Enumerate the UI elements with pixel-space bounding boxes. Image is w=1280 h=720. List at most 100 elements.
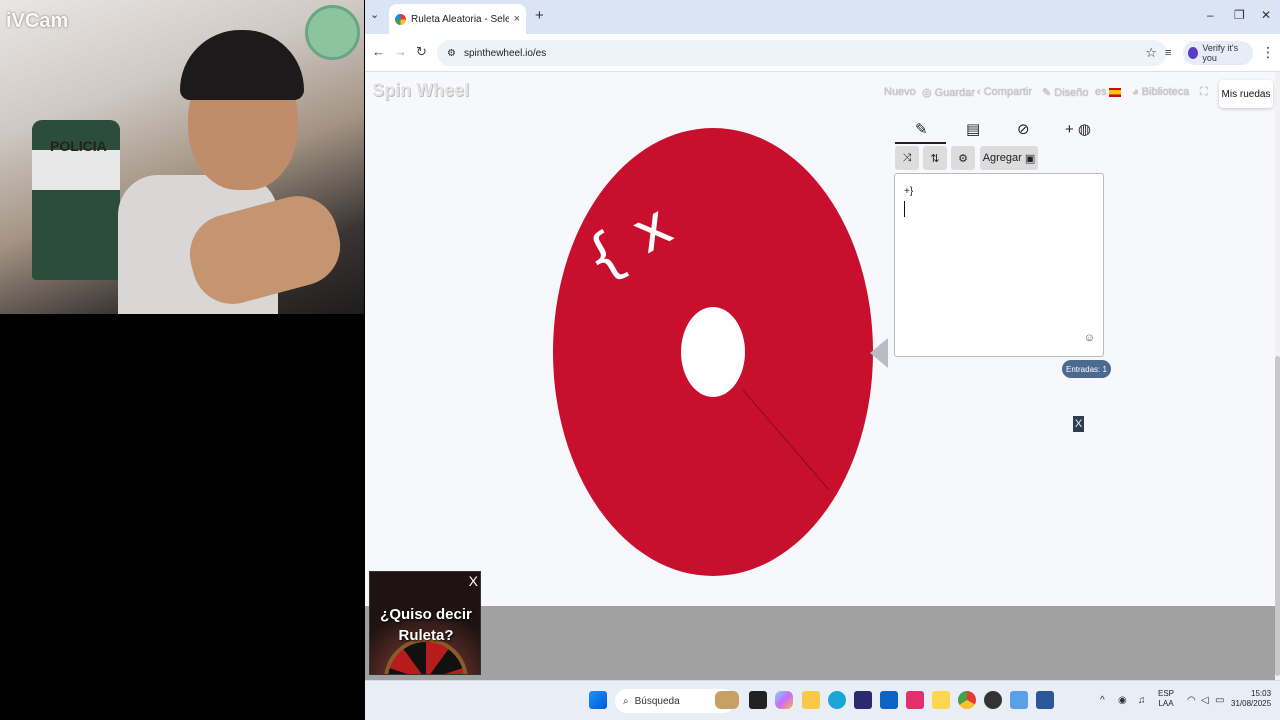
webcam-overlay: POLICIA iVCam xyxy=(0,0,364,314)
site-logo[interactable]: Spin Wheel xyxy=(372,80,469,101)
fullscreen-icon[interactable]: ⛶ xyxy=(1200,86,1208,99)
reload-icon[interactable]: ↻ xyxy=(416,44,427,60)
back-arrow-icon[interactable]: ← xyxy=(372,44,385,59)
ad-banner-area xyxy=(365,606,1275,680)
search-icon: ⌕ xyxy=(623,695,629,707)
media-control-icon[interactable]: ≡ xyxy=(1165,47,1171,59)
close-window-button[interactable]: ✕ xyxy=(1261,8,1271,22)
page-scrollbar[interactable] xyxy=(1275,72,1280,680)
image-icon: ▣ xyxy=(1024,152,1036,165)
x-button[interactable]: X xyxy=(1073,416,1084,432)
windows-taskbar: ⌕ Búsqueda ^ ◉ ♫ ESP LAA ◠ ◁ ▭ 15:03 31/… xyxy=(365,680,1280,720)
person-hair xyxy=(180,30,304,100)
shuffle-icon[interactable]: ⤨ xyxy=(895,146,919,170)
app-icon[interactable] xyxy=(932,691,950,709)
tray-chevron-icon[interactable]: ^ xyxy=(1100,695,1105,706)
battery-icon[interactable]: ▭ xyxy=(1215,695,1224,706)
ad-text-line1: ¿Quiso decir xyxy=(380,606,472,623)
lang-bottom: LAA xyxy=(1158,699,1174,709)
ad-text: ¿Quiso decir Ruleta? xyxy=(370,604,480,646)
ad-close-icon[interactable]: X xyxy=(469,573,478,589)
file-explorer-icon[interactable] xyxy=(802,691,820,709)
edge-icon[interactable] xyxy=(828,691,846,709)
obs-icon[interactable] xyxy=(984,691,1002,709)
profile-button[interactable]: Verify it's you xyxy=(1183,41,1253,65)
copilot-icon[interactable] xyxy=(775,691,793,709)
jacket-stripe xyxy=(32,150,120,190)
clock-date: 31/08/2025 xyxy=(1231,699,1272,709)
active-tab-underline xyxy=(895,142,946,144)
avatar xyxy=(1188,47,1199,59)
roulette-ad[interactable]: ¿Quiso decir Ruleta? X xyxy=(369,571,481,675)
language-indicator[interactable]: ESP LAA xyxy=(1158,689,1174,710)
add-image-button[interactable]: Agregar ▣ xyxy=(980,146,1038,170)
my-wheels-button[interactable]: Mis ruedas xyxy=(1219,80,1273,108)
profile-label: Verify it's you xyxy=(1202,43,1239,63)
menu-kebab-icon[interactable]: ⋮ xyxy=(1261,44,1275,61)
add-image-label: Agregar xyxy=(982,152,1022,164)
police-sign: POLICIA xyxy=(50,138,107,154)
nav-share[interactable]: ‹ Compartir xyxy=(977,86,1032,98)
widgets-icon[interactable] xyxy=(715,691,739,709)
store-icon[interactable] xyxy=(854,691,872,709)
spin-wheel[interactable]: { x xyxy=(553,128,873,576)
address-bar[interactable]: ⚙ spinthewheel.io/es ☆ xyxy=(437,40,1167,66)
sort-icon[interactable]: ⇅ xyxy=(923,146,947,170)
outlook-icon[interactable] xyxy=(880,691,898,709)
ivcam-icon[interactable] xyxy=(1010,691,1028,709)
entries-count-badge: Entradas: 1 xyxy=(1062,360,1111,378)
tab-hide-eye-icon[interactable]: ⊘ xyxy=(1017,120,1030,138)
clock-time: 15:03 xyxy=(1251,689,1272,698)
spain-flag-icon xyxy=(1108,87,1121,97)
task-view-icon[interactable] xyxy=(749,691,767,709)
tab-add-wheel-icon[interactable]: + ◍ xyxy=(1065,120,1091,138)
nav-design[interactable]: ✎ Diseño xyxy=(1042,86,1089,99)
clock[interactable]: 15:03 31/08/2025 xyxy=(1231,689,1271,710)
fan-image xyxy=(305,5,360,60)
ad-text-line2: Ruleta? xyxy=(398,627,454,644)
start-windows-icon[interactable] xyxy=(589,691,607,709)
chrome-icon[interactable] xyxy=(958,691,976,709)
word-icon[interactable] xyxy=(1036,691,1054,709)
nav-save-label: Guardar xyxy=(934,87,976,99)
bookmark-star-icon[interactable]: ☆ xyxy=(1145,45,1157,61)
webcam-label: iVCam xyxy=(6,10,69,32)
nav-save[interactable]: ◎ Guardar xyxy=(922,86,975,99)
tab-search-icon[interactable]: ⌄ xyxy=(370,8,379,21)
wheel-pointer-icon xyxy=(870,338,888,368)
entries-textarea[interactable]: +} ☺ xyxy=(894,173,1104,357)
nav-new[interactable]: Nuevo xyxy=(884,86,916,98)
entry-text: +} xyxy=(904,186,914,197)
wheel-center-hub[interactable] xyxy=(681,307,745,397)
nav-design-label: Diseño xyxy=(1054,87,1089,99)
scrollbar-thumb[interactable] xyxy=(1275,356,1280,676)
site-info-icon[interactable]: ⚙ xyxy=(447,48,456,59)
settings-gear-icon[interactable]: ⚙ xyxy=(951,146,975,170)
wifi-icon[interactable]: ◠ xyxy=(1187,695,1196,706)
emoji-icon[interactable]: ☺ xyxy=(1084,332,1095,344)
tiktok-icon[interactable] xyxy=(906,691,924,709)
restore-button[interactable]: ❐ xyxy=(1234,8,1245,22)
panel-tabs: ✎ ▤ ⊘ + ◍ xyxy=(895,116,1105,144)
tray-app-icon[interactable]: ◉ xyxy=(1118,695,1127,706)
tab-edit-pencil-icon[interactable]: ✎ xyxy=(915,120,928,138)
new-tab-button[interactable]: + xyxy=(535,7,544,24)
nav-language[interactable]: es xyxy=(1095,86,1121,98)
volume-icon[interactable]: ◁ xyxy=(1201,695,1209,706)
page-content: Spin Wheel Nuevo ◎ Guardar ‹ Compartir ✎… xyxy=(365,72,1275,672)
browser-tab-active[interactable]: Ruleta Aleatoria - Selector Pers × xyxy=(389,4,526,34)
browser-window: ⌄ Ruleta Aleatoria - Selector Pers × + –… xyxy=(365,0,1280,680)
lang-top: ESP xyxy=(1158,689,1175,698)
tab-bar: ⌄ Ruleta Aleatoria - Selector Pers × + –… xyxy=(365,0,1280,34)
nav-library[interactable]: ◕ Biblioteca xyxy=(1132,86,1189,98)
tab-title: Ruleta Aleatoria - Selector Pers xyxy=(411,13,509,25)
forward-arrow-icon[interactable]: → xyxy=(394,44,407,59)
nav-library-label: Biblioteca xyxy=(1141,86,1190,98)
search-label: Búsqueda xyxy=(634,695,680,707)
browser-toolbar: ← → ↻ ⚙ spinthewheel.io/es ☆ ≡ Verify it… xyxy=(365,34,1280,72)
nav-share-label: Compartir xyxy=(983,86,1033,98)
tab-close-icon[interactable]: × xyxy=(514,13,520,25)
minimize-button[interactable]: – xyxy=(1207,8,1214,22)
microphone-icon[interactable]: ♫ xyxy=(1138,695,1146,706)
tab-results-clipboard-icon[interactable]: ▤ xyxy=(966,120,980,138)
